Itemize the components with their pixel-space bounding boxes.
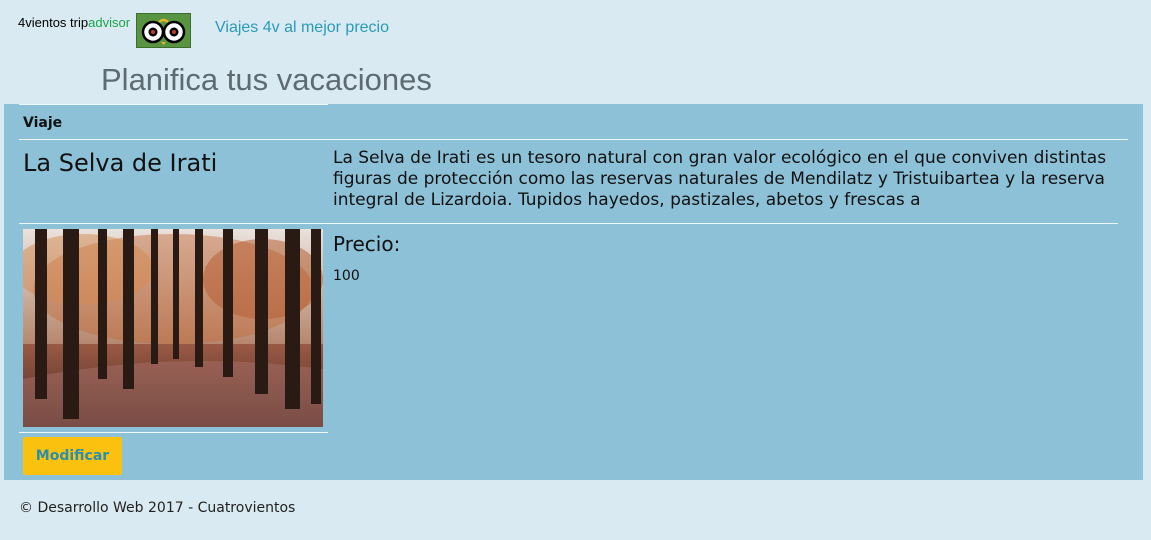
trip-name: La Selva de Irati — [23, 149, 218, 177]
tripadvisor-owl-icon[interactable] — [136, 13, 191, 48]
top-bar: 4vientos tripadvisor Viajes 4v al mejor … — [0, 0, 1151, 60]
row-divider — [19, 223, 1118, 224]
header-top-divider — [19, 104, 328, 105]
brand-trip-text: trip — [70, 15, 89, 30]
nav-link-viajes[interactable]: Viajes 4v al mejor precio — [215, 19, 389, 37]
price-label: Precio: — [333, 232, 401, 256]
page-title: Planifica tus vacaciones — [101, 62, 432, 97]
brand-logo[interactable]: 4vientos tripadvisor — [18, 15, 130, 30]
footer-copyright: © Desarrollo Web 2017 - Cuatrovientos — [19, 500, 296, 516]
trips-table: Viaje La Selva de Irati La Selva de Irat… — [4, 104, 1143, 480]
trip-photo — [13, 229, 323, 427]
photo-bottom-divider — [19, 432, 328, 433]
column-header-viaje: Viaje — [23, 115, 63, 131]
brand-advisor-text: advisor — [88, 15, 131, 30]
trip-description: La Selva de Irati es un tesoro natural c… — [333, 148, 1107, 210]
modify-button[interactable]: Modificar — [23, 437, 122, 475]
price-value: 100 — [333, 268, 360, 284]
header-bottom-divider — [19, 139, 1128, 140]
brand-main-text: 4vientos — [18, 15, 67, 30]
